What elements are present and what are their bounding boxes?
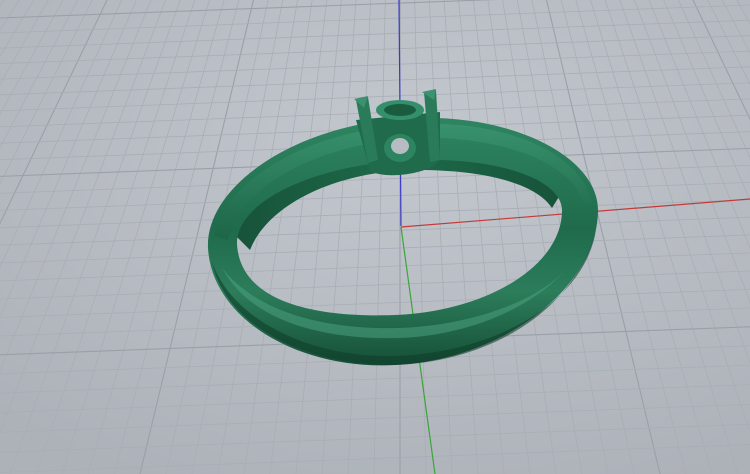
head-bezel-hole	[391, 138, 409, 154]
viewport-scene[interactable]	[0, 0, 750, 474]
head-seat-inner	[384, 104, 416, 116]
perspective-viewport[interactable]	[0, 0, 750, 474]
